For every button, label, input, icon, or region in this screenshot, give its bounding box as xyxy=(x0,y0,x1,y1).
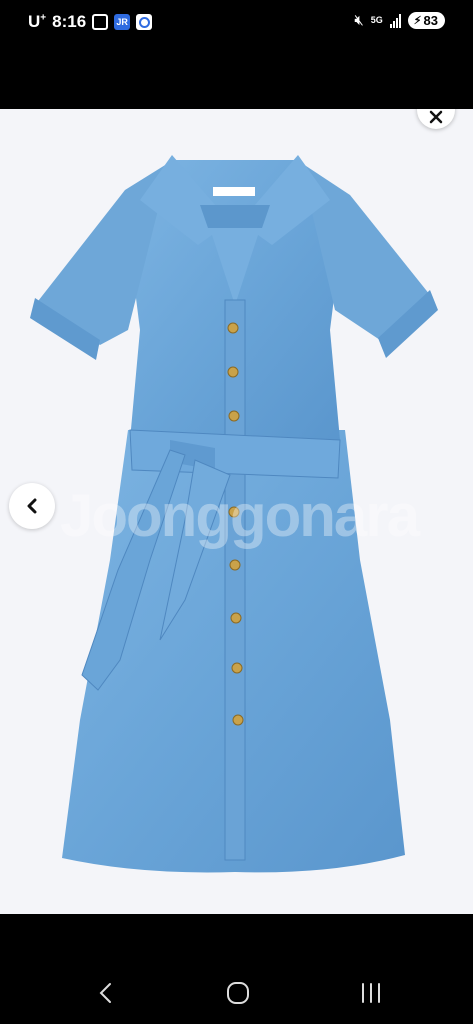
network-type: 5G xyxy=(370,15,383,25)
battery-indicator: ⚡︎ 83 xyxy=(407,12,445,29)
signal-icon xyxy=(389,13,401,28)
image-viewer[interactable]: Joonggonara xyxy=(0,109,473,914)
previous-image-button[interactable] xyxy=(9,483,55,529)
screenshot-icon xyxy=(92,14,109,30)
charging-icon: ⚡︎ xyxy=(413,15,422,27)
status-left: U+ 8:16 JR xyxy=(28,12,153,32)
jr-app-icon: JR xyxy=(114,14,131,30)
battery-level: 83 xyxy=(423,13,438,28)
location-app-icon xyxy=(136,14,153,30)
watermark: Joonggonara xyxy=(60,482,420,549)
carrier-label: U+ xyxy=(28,12,47,31)
recents-button[interactable] xyxy=(351,976,391,1010)
recents-icon xyxy=(362,983,380,1003)
mute-icon: 🔇︎ xyxy=(354,12,364,29)
back-button[interactable] xyxy=(86,976,126,1010)
status-right: 🔇︎ 5G ⚡︎ 83 xyxy=(354,12,445,29)
navigation-bar xyxy=(0,914,473,1024)
chevron-left-icon xyxy=(27,498,37,514)
home-icon xyxy=(227,982,249,1004)
clock: 8:16 xyxy=(52,12,87,31)
home-button[interactable] xyxy=(218,976,258,1010)
back-icon xyxy=(99,983,111,1003)
close-icon xyxy=(429,110,443,124)
status-bar: U+ 8:16 JR 🔇︎ 5G ⚡︎ 83 xyxy=(0,0,473,46)
